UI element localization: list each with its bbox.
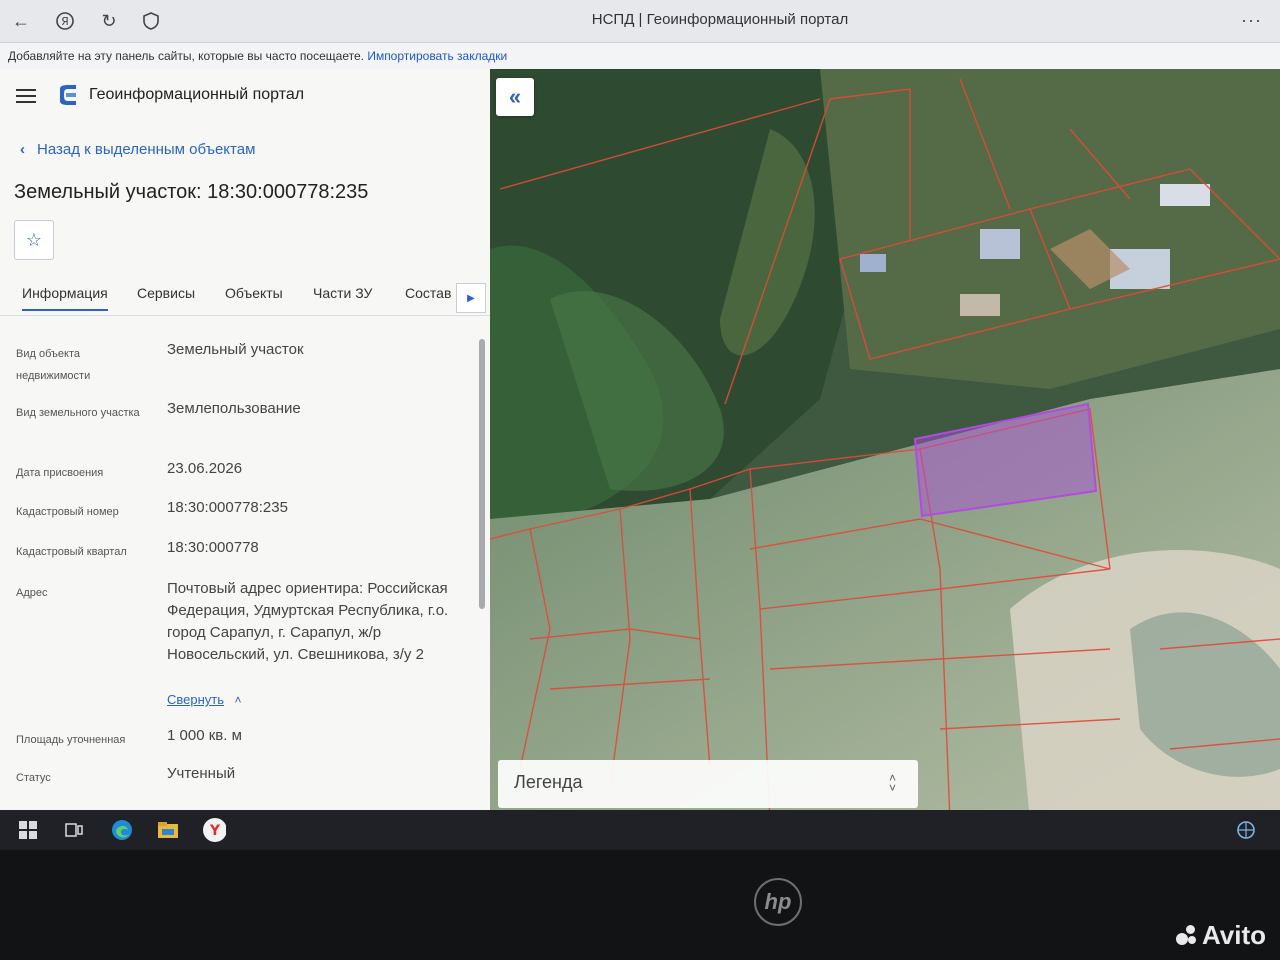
info-label: Кадастровый номер bbox=[16, 506, 119, 518]
reload-icon[interactable]: ↻ bbox=[96, 8, 122, 34]
tab-objects[interactable]: Объекты bbox=[225, 285, 283, 301]
tab-services[interactable]: Сервисы bbox=[137, 285, 195, 301]
chevron-left-icon: ‹ bbox=[20, 141, 25, 158]
info-value: Учтенный bbox=[167, 765, 236, 782]
back-to-selection-link[interactable]: ‹ Назад к выделенным объектам bbox=[20, 141, 255, 158]
page-title: Земельный участок: 18:30:000778:235 bbox=[14, 181, 369, 203]
legend-panel[interactable]: Легенда ˄ ˅ bbox=[498, 760, 918, 808]
info-label: Дата присвоения bbox=[16, 467, 104, 479]
tabs-next-button[interactable]: ▶ bbox=[456, 283, 486, 313]
os-taskbar: Y bbox=[0, 810, 1280, 850]
collapse-address[interactable]: Свернуть ˄ bbox=[167, 691, 241, 709]
avito-wordmark: Avito bbox=[1202, 920, 1267, 950]
info-label: Статус bbox=[16, 772, 51, 784]
info-value: 18:30:000778:235 bbox=[167, 499, 288, 516]
star-icon: ☆ bbox=[25, 229, 43, 250]
import-bookmarks-link[interactable]: Импортировать закладки bbox=[367, 49, 507, 63]
info-value: Почтовый адрес ориентира: Российская Фед… bbox=[167, 580, 449, 663]
info-label: Площадь уточненная bbox=[16, 734, 126, 746]
object-info-panel: Геоинформационный портал ‹ Назад к выделе… bbox=[0, 69, 490, 811]
tab-parts[interactable]: Части ЗУ bbox=[313, 285, 372, 301]
back-label: Назад к выделенным объектам bbox=[37, 141, 256, 158]
info-label: Вид объекта недвижимости bbox=[16, 348, 91, 382]
window-title: НСПД | Геоинформационный портал bbox=[591, 11, 849, 28]
back-arrow-icon[interactable]: ← bbox=[8, 8, 34, 34]
bookmarks-bar: Добавляйте на эту панель сайты, которые … bbox=[0, 43, 1280, 69]
browser-toolbar: ← Я ↻ НСПД | Геоинформационный портал ··… bbox=[0, 0, 1280, 43]
info-value: 23.06.2026 bbox=[167, 460, 243, 477]
chevron-up-icon: ˄ bbox=[234, 693, 242, 707]
tab-info[interactable]: Информация bbox=[22, 285, 108, 311]
avito-logo-icon bbox=[1176, 924, 1198, 947]
info-label: Вид земельного участка bbox=[16, 407, 140, 419]
info-value: 1 000 кв. м bbox=[167, 727, 242, 744]
info-label: Кадастровый квартал bbox=[16, 546, 127, 558]
info-value: Землепользование bbox=[167, 400, 301, 417]
edge-browser-icon[interactable] bbox=[110, 818, 134, 842]
tab-composition[interactable]: Состав bbox=[405, 285, 451, 301]
network-globe-icon[interactable] bbox=[1234, 818, 1258, 842]
info-label: Адрес bbox=[16, 587, 48, 599]
hp-logo: hp bbox=[754, 878, 802, 926]
yandex-icon[interactable]: Я bbox=[52, 8, 78, 34]
legend-label: Легенда bbox=[514, 772, 583, 792]
favorite-button[interactable]: ☆ bbox=[14, 220, 54, 260]
menu-icon[interactable] bbox=[16, 85, 36, 107]
panel-scrollbar[interactable] bbox=[478, 325, 486, 801]
info-value: 18:30:000778 bbox=[167, 539, 259, 556]
more-menu-button[interactable]: ··· bbox=[1241, 10, 1262, 31]
tab-bar: Информация Сервисы Объекты Части ЗУ Сост… bbox=[0, 279, 490, 316]
laptop-bezel bbox=[0, 850, 1280, 960]
yandex-browser-icon[interactable]: Y bbox=[202, 818, 226, 842]
portal-logo bbox=[60, 85, 76, 105]
chevron-right-icon: ▶ bbox=[467, 292, 475, 304]
file-explorer-icon[interactable] bbox=[156, 818, 180, 842]
expand-collapse-icon[interactable]: ˄ ˅ bbox=[889, 772, 896, 794]
collapse-panel-button[interactable]: « bbox=[496, 78, 534, 116]
svg-text:Я: Я bbox=[61, 15, 69, 28]
bookmarks-hint: Добавляйте на эту панель сайты, которые … bbox=[8, 49, 364, 63]
collapse-link[interactable]: Свернуть bbox=[167, 692, 224, 707]
info-value: Земельный участок bbox=[167, 341, 304, 358]
avito-watermark: Avito bbox=[1176, 920, 1266, 951]
task-view-icon[interactable] bbox=[62, 818, 86, 842]
shield-icon[interactable] bbox=[138, 8, 164, 34]
svg-text:Y: Y bbox=[209, 823, 221, 839]
windows-start-icon[interactable] bbox=[16, 818, 40, 842]
map-view[interactable] bbox=[490, 69, 1280, 821]
portal-title: Геоинформационный портал bbox=[89, 86, 305, 103]
double-chevron-left-icon: « bbox=[508, 84, 522, 109]
